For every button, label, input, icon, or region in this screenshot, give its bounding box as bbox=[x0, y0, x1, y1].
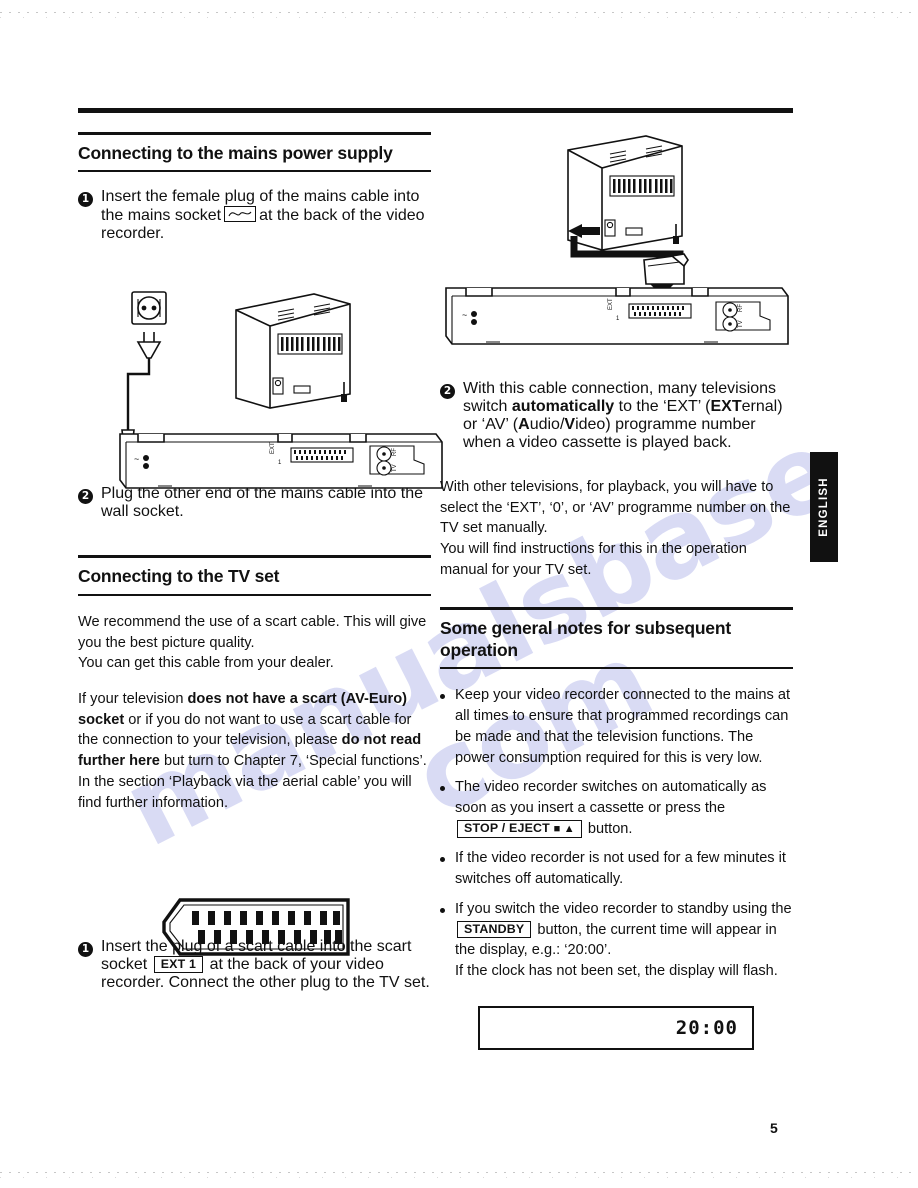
text-segment: The video recorder switches on automatic… bbox=[455, 779, 767, 816]
bold-automatically: automatically bbox=[511, 398, 615, 415]
section-general-notes: Some general notes for subsequent operat… bbox=[440, 606, 793, 670]
section-connecting-tv: Connecting to the TV set bbox=[78, 555, 431, 596]
figure-tv-scart-connection: ~ EXT 1 RF TV bbox=[440, 132, 793, 372]
svg-text:TV: TV bbox=[738, 320, 744, 328]
svg-text:RF: RF bbox=[738, 304, 744, 312]
paragraph-scart-recommendation: We recommend the use of a scart cable. T… bbox=[78, 613, 427, 672]
section-mains-power: Connecting to the mains power supply bbox=[78, 132, 431, 173]
scan-edge-bottom bbox=[0, 1168, 918, 1182]
step-text: With this cable connection, many televis… bbox=[463, 380, 793, 452]
right-column: ~ EXT 1 RF TV 2 With this cable connecti… bbox=[440, 132, 793, 991]
list-item-text: The video recorder switches on automatic… bbox=[455, 777, 793, 839]
bullet-dot bbox=[440, 694, 445, 700]
page-number: 5 bbox=[770, 1120, 778, 1136]
svg-text:RF: RF bbox=[392, 448, 398, 456]
list-item: If the video recorder is not used for a … bbox=[440, 848, 793, 889]
svg-text:EXT: EXT bbox=[270, 442, 276, 454]
svg-text:EXT: EXT bbox=[608, 298, 614, 310]
left-column: Connecting to the mains power supply 1 I… bbox=[78, 132, 443, 1006]
stop-eject-glyphs: ■ ▲ bbox=[553, 822, 575, 835]
rule-below-heading bbox=[78, 170, 431, 173]
language-tab-english: ENGLISH bbox=[810, 452, 838, 562]
paragraph-other-televisions: With other televisions, for playback, yo… bbox=[440, 479, 791, 578]
list-item-text: If you switch the video recorder to stan… bbox=[455, 899, 793, 982]
rule-below-heading bbox=[78, 593, 431, 596]
scan-edge-top bbox=[0, 8, 918, 22]
heading-general-notes: Some general notes for subsequent operat… bbox=[440, 617, 731, 660]
list-item: Keep your video recorder connected to th… bbox=[440, 685, 793, 768]
vcr-display: 20:00 bbox=[478, 1006, 754, 1050]
list-item-text: If the video recorder is not used for a … bbox=[455, 850, 786, 888]
display-time: 20:00 bbox=[675, 1017, 738, 1039]
bullet-dot bbox=[440, 786, 445, 792]
list-item: If you switch the video recorder to stan… bbox=[440, 899, 793, 982]
key-label: STOP / EJECT bbox=[464, 820, 550, 835]
list-item-text: Keep your video recorder connected to th… bbox=[455, 687, 791, 766]
ac-mains-socket-icon bbox=[224, 206, 257, 223]
figure-mains-connection: ~ EXT 1 RF TV bbox=[118, 282, 448, 497]
bold-v: V bbox=[564, 416, 576, 433]
text-segment: If you switch the video recorder to stan… bbox=[455, 900, 792, 917]
step-number: 1 bbox=[78, 192, 93, 208]
language-tab-label: ENGLISH bbox=[818, 477, 830, 537]
step-number: 1 bbox=[78, 942, 93, 958]
top-rule bbox=[78, 108, 793, 113]
rule-below-heading bbox=[440, 667, 793, 670]
step-insert-female-plug: 1 Insert the female plug of the mains ca… bbox=[78, 188, 431, 243]
step-automatic-switching: 2 With this cable connection, many telev… bbox=[440, 380, 793, 452]
general-notes-list: Keep your video recorder connected to th… bbox=[440, 685, 793, 981]
svg-text:~: ~ bbox=[462, 310, 467, 320]
key-standby[interactable]: STANDBY bbox=[457, 920, 532, 938]
step-number: 2 bbox=[440, 384, 455, 399]
heading-connecting-tv-set: Connecting to the TV set bbox=[78, 566, 280, 587]
figure-scart-connector bbox=[156, 892, 356, 962]
text-segment: to the ‘EXT’ ( bbox=[614, 398, 711, 415]
svg-text:TV: TV bbox=[392, 464, 398, 472]
manual-page: manualsbase com Connecting to the mains … bbox=[0, 0, 918, 1188]
paragraph-no-scart-socket: If your television does not have a scart… bbox=[78, 689, 431, 813]
bold-a: A bbox=[518, 416, 530, 433]
bold-ext: EXT bbox=[710, 398, 742, 415]
text-segment: If your television bbox=[78, 690, 188, 707]
key-stop-eject[interactable]: STOP / EJECT ■ ▲ bbox=[457, 819, 582, 838]
bullet-dot bbox=[440, 907, 445, 913]
bullet-dot bbox=[440, 857, 445, 863]
heading-connecting-mains-power: Connecting to the mains power supply bbox=[78, 143, 393, 163]
svg-text:~: ~ bbox=[134, 454, 139, 464]
text-segment: button. bbox=[583, 820, 633, 837]
list-item: The video recorder switches on automatic… bbox=[440, 777, 793, 839]
text-segment: udio/ bbox=[529, 416, 565, 433]
step-number: 2 bbox=[78, 489, 93, 505]
step-text: Insert the female plug of the mains cabl… bbox=[101, 188, 431, 243]
